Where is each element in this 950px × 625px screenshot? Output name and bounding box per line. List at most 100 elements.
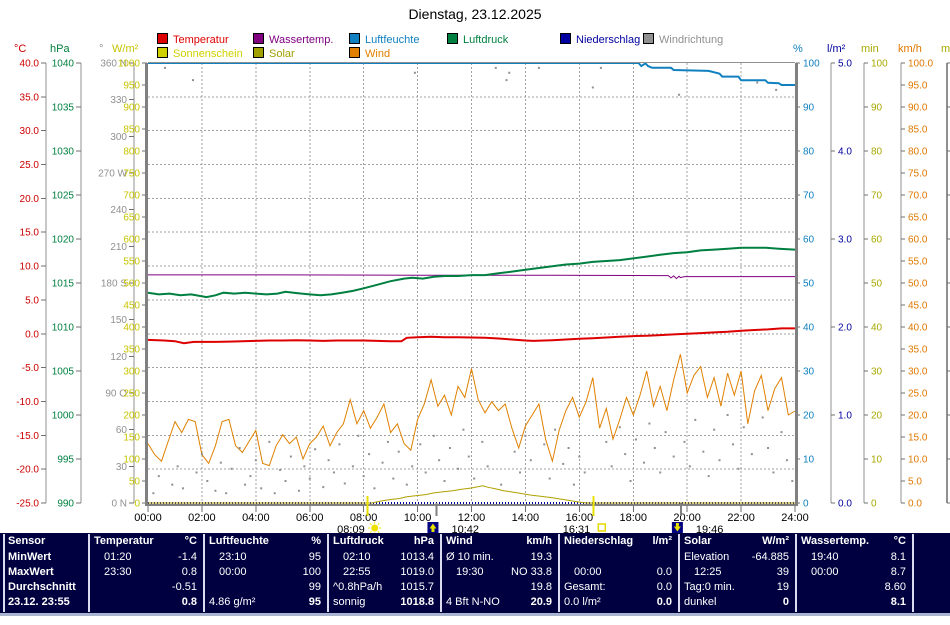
axis-tick-label-temp: 5.0 (25, 295, 39, 306)
table-cell-value: 0 (782, 596, 789, 608)
axis-tick-label-windspeed: 95.0 (908, 81, 928, 92)
axis-tick-label-windspeed: 70.0 (908, 191, 928, 202)
axis-header-cut: m (941, 43, 950, 55)
scatter-point-windrichtung (195, 471, 198, 474)
axis-tick-label-sunshine: 80 (871, 147, 883, 158)
scatter-point-windrichtung (273, 492, 276, 495)
axis-tick-label-windspeed: 80.0 (908, 147, 928, 158)
axis-tick-label-solar: 50 (129, 477, 141, 488)
axis-tick-label-windspeed: 60.0 (908, 235, 928, 246)
scatter-point-windrichtung (772, 471, 775, 474)
scatter-point-windrichtung (599, 66, 602, 69)
scatter-point-windrichtung (629, 480, 632, 482)
x-axis-label: 06:00 (296, 512, 324, 524)
axis-tick-label-humidity: 80 (803, 147, 815, 158)
table-cell-value: 95 (308, 596, 321, 608)
scatter-point-windrichtung (171, 483, 174, 486)
scatter-point-windrichtung (200, 453, 203, 456)
plot-top-edge (148, 62, 795, 63)
scatter-point-windrichtung (567, 447, 570, 449)
scatter-point-windrichtung (726, 414, 729, 416)
scatter-point-windrichtung (254, 459, 257, 462)
axis-tick-label-temp: -15.0 (16, 431, 39, 442)
x-axis-label: 00:00 (134, 512, 162, 524)
table-cell-value: 99 (308, 581, 321, 593)
scatter-point-windrichtung (419, 443, 422, 446)
scatter-point-windrichtung (664, 431, 667, 434)
scatter-point-windrichtung (481, 440, 484, 443)
scatter-point-windrichtung (368, 453, 371, 456)
x-axis-label: 04:00 (242, 512, 270, 524)
axis-tick-label-sunshine: 50 (871, 279, 883, 290)
scatter-point-windrichtung (505, 79, 508, 82)
scatter-point-windrichtung (214, 489, 217, 492)
axis-tick-label-humidity: 10 (803, 455, 815, 466)
scatter-point-windrichtung (500, 483, 503, 486)
scatter-point-windrichtung (578, 455, 581, 458)
table-cell-value: 8.60 (884, 581, 906, 593)
marker-time-label: 16:31 (563, 524, 591, 533)
curve-luftfeuchte (148, 62, 795, 86)
x-axis-label: 10:00 (404, 512, 432, 524)
scatter-point-windrichtung (775, 88, 778, 91)
scatter-point-windrichtung (548, 477, 551, 480)
scatter-point-windrichtung (572, 483, 575, 486)
scatter-point-windrichtung (683, 440, 686, 443)
axis-tick-label-windspeed: 30.0 (908, 367, 928, 378)
axis-tick-label-windspeed: 50.0 (908, 279, 928, 290)
axis-tick-label-humidity: 90 (803, 103, 815, 114)
scatter-point-windrichtung (432, 434, 435, 437)
axis-tick-label-sunshine: 100 (871, 59, 888, 70)
scatter-point-windrichtung (357, 434, 360, 437)
scatter-point-windrichtung (438, 459, 441, 462)
axis-tick-label-pressure: 1000 (52, 411, 75, 422)
scatter-point-windrichtung (653, 447, 656, 449)
scatter-point-windrichtung (524, 434, 527, 437)
scatter-point-windrichtung (297, 489, 300, 492)
axis-tick-label-pressure: 1005 (52, 367, 75, 378)
axis-tick-label-rain: 3.0 (838, 235, 852, 246)
axis-tick-label-temp: -5.0 (22, 363, 40, 374)
plot-right-edge (795, 63, 798, 505)
sunrise-sun-icon (371, 524, 379, 532)
scatter-point-windrichtung (386, 440, 389, 443)
table-col-unit: W/m² (762, 535, 789, 547)
plot-bottom-edge (145, 504, 798, 506)
axis-tick-label-solar: 200 (123, 411, 140, 422)
table-cell-value: 19.3 (530, 551, 552, 563)
axis-tick-label-pressure: 1035 (52, 103, 75, 114)
scatter-point-windrichtung (289, 455, 292, 458)
table-row-label: 23.12. 23:55 (8, 596, 70, 608)
scatter-point-windrichtung (322, 486, 325, 489)
scatter-point-windrichtung (405, 483, 408, 486)
axis-tick-label-temp: 35.0 (20, 92, 40, 103)
scatter-point-windrichtung (163, 66, 166, 69)
scatter-point-windrichtung (519, 471, 522, 474)
table-cell-value: 95 (308, 551, 321, 563)
axis-tick-label-solar: 300 (123, 367, 140, 378)
scatter-point-windrichtung (554, 428, 557, 431)
table-cell-value: 100 (302, 566, 321, 578)
table-cell-value: 20.9 (530, 596, 552, 608)
scatter-point-windrichtung (230, 467, 233, 470)
axis-tick-label-solar: 600 (123, 235, 140, 246)
scatter-point-windrichtung (659, 471, 662, 474)
axis-tick-label-humidity: 60 (803, 235, 815, 246)
axis-tick-label-sunshine: 20 (871, 411, 883, 422)
axis-tick-label-temp: 0.0 (25, 329, 39, 340)
scatter-point-windrichtung (206, 480, 209, 482)
axis-tick-label-windspeed: 85.0 (908, 125, 928, 136)
axis-tick-label-sunshine: 0 (871, 499, 877, 510)
axis-header-windspeed: km/h (898, 43, 922, 55)
scatter-point-windrichtung (718, 459, 721, 462)
axis-tick-label-winddir: 0 N (111, 499, 127, 510)
moon-down-arrow-stem-icon (675, 523, 679, 527)
scatter-point-windrichtung (648, 422, 651, 425)
scatter-point-windrichtung (303, 465, 306, 468)
axis-header-solar: W/m² (112, 43, 139, 55)
axis-tick-label-rain: 5.0 (838, 59, 852, 70)
scatter-point-windrichtung (219, 461, 222, 464)
table-cell-value: -0.51 (171, 581, 197, 593)
table-cell-value: -1.4 (178, 551, 197, 563)
axis-tick-label-humidity: 30 (803, 367, 815, 378)
